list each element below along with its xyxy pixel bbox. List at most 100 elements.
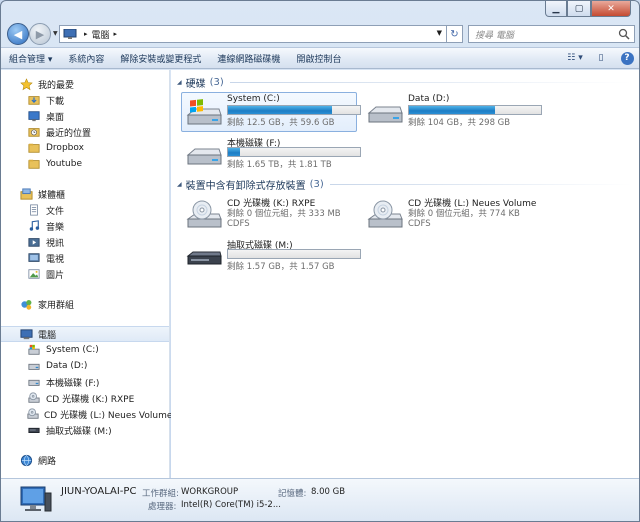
tv-icon — [27, 251, 41, 265]
drive-tile-d[interactable]: Data (D:) 剩餘 104 GB，共 298 GB — [362, 92, 542, 132]
system-properties-button[interactable]: 系統內容 — [60, 48, 112, 68]
nav-computer[interactable]: 電腦 — [1, 326, 169, 342]
nav-drive-k[interactable]: CD 光碟機 (K:) RXPE — [1, 390, 169, 406]
nav-drive-m[interactable]: 抽取式磁碟 (M:) — [1, 422, 169, 438]
nav-item-label: 圖片 — [46, 270, 65, 281]
address-bar[interactable]: ▸ 電腦 ▸ ▼ — [59, 25, 447, 43]
removable-group-header[interactable]: ◢ 裝置中含有卸除式存放裝置 (3) — [177, 177, 632, 192]
breadcrumb-arrow-icon[interactable]: ▸ — [114, 30, 118, 38]
nav-homegroup[interactable]: 家用群組 — [1, 296, 169, 312]
drive-filesystem: CDFS — [408, 219, 431, 229]
refresh-icon: ↻ — [450, 28, 459, 40]
preview-pane-icon: ▯ — [598, 53, 604, 63]
drive-tile-k[interactable]: CD 光碟機 (K:) RXPE 剩餘 0 個位元組，共 333 MB CDFS — [181, 194, 357, 234]
command-bar: 組合管理 ▾ 系統內容 解除安裝或變更程式 連線網路磁碟機 開啟控制台 ☷ ▾ … — [1, 47, 639, 69]
nav-network[interactable]: 網路 — [1, 452, 169, 468]
minimize-button[interactable]: ▁ — [545, 1, 567, 17]
organize-button[interactable]: 組合管理 ▾ — [1, 48, 60, 68]
nav-library-documents[interactable]: 文件 — [1, 202, 169, 218]
search-input[interactable]: 搜尋 電腦 — [468, 25, 635, 43]
nav-item-label: 桌面 — [46, 112, 65, 123]
nav-item-label: CD 光碟機 (L:) Neues Volume — [44, 410, 173, 421]
nav-favorite-youtube[interactable]: Youtube — [1, 156, 169, 172]
maximize-button[interactable]: ▢ — [567, 1, 591, 17]
nav-library-pictures[interactable]: 圖片 — [1, 266, 169, 282]
hdd-group-count: (3) — [209, 77, 224, 88]
nav-libraries[interactable]: 媒體櫃 — [1, 186, 169, 202]
drive-usage-fill — [409, 106, 495, 114]
hdd-group-header[interactable]: ◢ 硬碟 (3) — [177, 75, 632, 90]
breadcrumb-arrow-icon[interactable]: ▸ — [84, 30, 88, 38]
hard-drive-icon — [27, 359, 41, 373]
search-placeholder: 搜尋 電腦 — [475, 30, 514, 41]
nav-favorite-desktop[interactable]: 桌面 — [1, 108, 169, 124]
drive-tile-c[interactable]: System (C:) 剩餘 12.5 GB，共 59.6 GB — [181, 92, 361, 132]
recent-pages-dropdown[interactable]: ▼ — [53, 30, 58, 37]
nav-library-tv[interactable]: 電視 — [1, 250, 169, 266]
hard-drive-icon — [27, 375, 41, 389]
drive-free-space: 剩餘 1.57 GB，共 1.57 GB — [227, 262, 335, 272]
cd-drive-icon — [27, 407, 39, 421]
back-arrow-icon: ◀ — [13, 27, 23, 41]
open-control-panel-button[interactable]: 開啟控制台 — [288, 48, 349, 68]
view-options-button[interactable]: ☷ ▾ — [567, 50, 583, 66]
drive-filesystem: CDFS — [227, 219, 250, 229]
nav-item-label: System (C:) — [46, 345, 99, 355]
nav-library-videos[interactable]: 視訊 — [1, 234, 169, 250]
workgroup-value: WORKGROUP — [181, 487, 239, 497]
cd-drive-icon — [367, 200, 403, 228]
nav-favorites[interactable]: 我的最愛 — [1, 76, 169, 92]
back-button[interactable]: ◀ — [7, 23, 29, 45]
uninstall-program-button[interactable]: 解除安裝或變更程式 — [112, 48, 209, 68]
maximize-icon: ▢ — [574, 3, 584, 14]
drive-usage-bar — [227, 147, 361, 157]
nav-item-label: 文件 — [46, 206, 65, 217]
drive-name: Data (D:) — [408, 94, 450, 104]
system-drive-icon — [186, 99, 222, 125]
drive-tile-m[interactable]: 抽取式磁碟 (M:) 剩餘 1.57 GB，共 1.57 GB — [181, 236, 361, 276]
network-icon — [19, 453, 33, 467]
nav-library-music[interactable]: 音樂 — [1, 218, 169, 234]
forward-button[interactable]: ▶ — [29, 23, 51, 45]
nav-drive-f[interactable]: 本機磁碟 (F:) — [1, 374, 169, 390]
breadcrumb-computer[interactable]: 電腦 — [92, 28, 110, 41]
nav-favorites-label: 我的最愛 — [38, 80, 75, 91]
drive-tile-f[interactable]: 本機磁碟 (F:) 剩餘 1.65 TB，共 1.81 TB — [181, 134, 361, 174]
pictures-icon — [27, 267, 41, 281]
nav-favorite-recent[interactable]: 最近的位置 — [1, 124, 169, 140]
nav-item-label: 最近的位置 — [46, 128, 92, 139]
map-network-drive-button[interactable]: 連線網路磁碟機 — [209, 48, 288, 68]
nav-item-label: 本機磁碟 (F:) — [46, 378, 100, 389]
caption-buttons: ▁ ▢ ✕ — [545, 1, 631, 17]
homegroup-icon — [19, 297, 33, 311]
search-icon — [618, 28, 630, 40]
nav-network-label: 網路 — [38, 456, 57, 467]
nav-item-label: Data (D:) — [46, 361, 88, 371]
toolbar-right: ☷ ▾ ▯ ? — [567, 50, 635, 66]
drive-free-space: 剩餘 12.5 GB，共 59.6 GB — [227, 118, 335, 128]
refresh-button[interactable]: ↻ — [447, 25, 463, 43]
nav-homegroup-label: 家用群組 — [38, 300, 75, 311]
drive-usage-bar — [227, 249, 361, 259]
nav-favorite-downloads[interactable]: 下載 — [1, 92, 169, 108]
close-button[interactable]: ✕ — [591, 1, 631, 17]
drive-tile-l[interactable]: CD 光碟機 (L:) Neues Volume 剩餘 0 個位元組，共 774… — [362, 194, 538, 234]
drive-free-space: 剩餘 1.65 TB，共 1.81 TB — [227, 160, 332, 170]
collapse-triangle-icon[interactable]: ◢ — [177, 181, 182, 188]
nav-item-label: 抽取式磁碟 (M:) — [46, 426, 112, 437]
computer-icon — [20, 486, 52, 512]
removable-group-count: (3) — [309, 179, 324, 190]
hdd-group-title: 硬碟 — [185, 79, 206, 90]
help-button[interactable]: ? — [619, 50, 635, 66]
nav-drive-l[interactable]: CD 光碟機 (L:) Neues Volume — [1, 406, 173, 422]
address-dropdown-icon[interactable]: ▼ — [437, 29, 442, 37]
recent-places-icon — [27, 125, 41, 139]
nav-favorite-dropbox[interactable]: Dropbox — [1, 140, 169, 156]
libraries-icon — [19, 187, 33, 201]
nav-drive-d[interactable]: Data (D:) — [1, 358, 169, 374]
nav-drive-c[interactable]: System (C:) — [1, 342, 169, 358]
close-icon: ✕ — [607, 3, 615, 14]
music-icon — [27, 219, 41, 233]
preview-pane-button[interactable]: ▯ — [593, 50, 609, 66]
collapse-triangle-icon[interactable]: ◢ — [177, 79, 182, 86]
